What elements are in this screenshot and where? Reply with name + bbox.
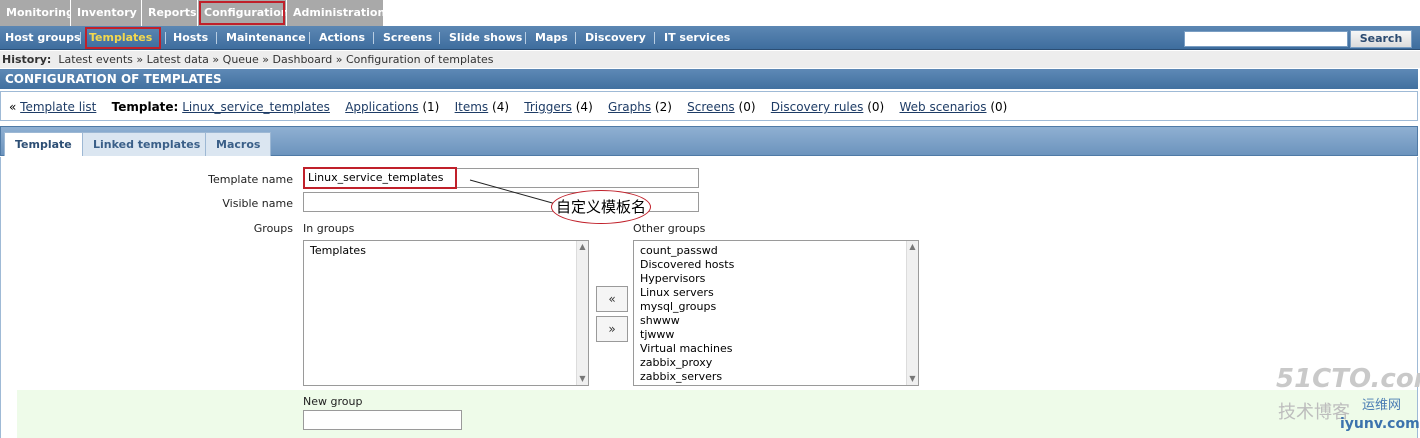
other-groups-scrollbar[interactable]: ▲ ▼ <box>906 241 918 385</box>
screens-link[interactable]: Screens <box>687 100 735 114</box>
in-groups-label: In groups <box>303 222 355 235</box>
history-item[interactable]: Queue <box>223 53 259 66</box>
in-groups-scrollbar[interactable]: ▲ ▼ <box>576 241 588 385</box>
applications-link[interactable]: Applications <box>345 100 418 114</box>
watermark: 51CTO.com 技术博客 运维网 iyunv.com <box>1276 364 1420 438</box>
screens-count: (0) <box>738 100 756 114</box>
history-separator: » <box>262 53 270 66</box>
top-menu: Monitoring Inventory Reports Configurati… <box>0 0 1420 26</box>
scroll-down-icon[interactable]: ▼ <box>577 373 588 385</box>
list-item[interactable]: tjwww <box>640 328 918 342</box>
submenu-templates[interactable]: Templates <box>84 26 162 50</box>
visible-name-label: Visible name <box>222 197 293 210</box>
submenu-actions[interactable]: Actions <box>314 26 370 50</box>
history-bar: History: Latest events » Latest data » Q… <box>0 51 1420 68</box>
submenu-discovery[interactable]: Discovery <box>580 26 651 50</box>
triggers-link[interactable]: Triggers <box>524 100 572 114</box>
graphs-link[interactable]: Graphs <box>608 100 651 114</box>
watermark-net: 运维网 <box>1362 398 1402 413</box>
history-item[interactable]: Dashboard <box>273 53 333 66</box>
template-name-link[interactable]: Linux_service_templates <box>182 100 330 114</box>
form-tabs: Template Linked templates Macros <box>0 126 1418 156</box>
history-separator: » <box>212 53 220 66</box>
tab-linked-templates[interactable]: Linked templates <box>82 132 212 156</box>
other-groups-list[interactable]: count_passwd Discovered hosts Hypervisor… <box>633 240 919 386</box>
list-item[interactable]: count_passwd <box>640 244 918 258</box>
history-label: History: <box>2 53 52 66</box>
tab-template[interactable]: Template <box>4 132 83 156</box>
items-link[interactable]: Items <box>455 100 489 114</box>
submenu-hosts[interactable]: Hosts <box>168 26 213 50</box>
menu-inventory[interactable]: Inventory <box>71 0 141 26</box>
history-separator: » <box>136 53 144 66</box>
template-navigation: « Template list Template: Linux_service_… <box>0 91 1418 121</box>
submenu-slide-shows[interactable]: Slide shows <box>444 26 527 50</box>
history-separator: » <box>335 53 343 66</box>
back-prefix: « <box>9 100 17 114</box>
applications-count: (1) <box>422 100 440 114</box>
submenu-host-groups[interactable]: Host groups <box>0 26 86 50</box>
menu-configuration[interactable]: Configuration <box>198 0 289 26</box>
submenu-it-services[interactable]: IT services <box>659 26 735 50</box>
scroll-up-icon[interactable]: ▲ <box>577 241 588 253</box>
submenu-separator <box>309 32 310 44</box>
menu-monitoring[interactable]: Monitoring <box>0 0 74 26</box>
search-input[interactable] <box>1184 31 1348 47</box>
triggers-count: (4) <box>575 100 593 114</box>
annotation-highlight-box <box>303 167 457 189</box>
submenu-maps[interactable]: Maps <box>530 26 573 50</box>
move-right-button[interactable]: » <box>596 316 628 342</box>
history-item[interactable]: Configuration of templates <box>346 53 494 66</box>
list-item[interactable]: shwww <box>640 314 918 328</box>
submenu-separator <box>654 32 655 44</box>
web-scenarios-count: (0) <box>990 100 1008 114</box>
submenu-separator <box>216 32 217 44</box>
submenu-screens[interactable]: Screens <box>378 26 437 50</box>
new-group-label: New group <box>303 395 363 408</box>
list-item[interactable]: Virtual machines <box>640 342 918 356</box>
submenu-separator <box>575 32 576 44</box>
list-item[interactable]: zabbix_proxy <box>640 356 918 370</box>
search-button[interactable]: Search <box>1350 30 1412 48</box>
list-item[interactable]: zabbix_servers <box>640 370 918 384</box>
annotation-callout: 自定义模板名 <box>551 190 651 224</box>
list-item[interactable]: Templates <box>310 244 588 258</box>
new-group-field[interactable] <box>303 410 462 430</box>
new-group-row: New group <box>17 390 1417 438</box>
template-list-link[interactable]: Template list <box>20 100 96 114</box>
graphs-count: (2) <box>654 100 672 114</box>
web-scenarios-link[interactable]: Web scenarios <box>899 100 986 114</box>
template-name-label: Template name <box>208 173 293 186</box>
submenu-maintenance[interactable]: Maintenance <box>221 26 311 50</box>
tab-macros[interactable]: Macros <box>205 132 272 156</box>
scroll-down-icon[interactable]: ▼ <box>907 373 918 385</box>
discovery-rules-count: (0) <box>867 100 885 114</box>
watermark-site: 51CTO.com <box>1276 364 1420 394</box>
submenu-separator <box>373 32 374 44</box>
submenu-separator <box>165 32 166 44</box>
list-item[interactable]: Linux servers <box>640 286 918 300</box>
template-label: Template: <box>111 100 179 114</box>
discovery-rules-link[interactable]: Discovery rules <box>771 100 864 114</box>
menu-administration[interactable]: Administration <box>287 0 385 26</box>
list-item[interactable]: mysql_groups <box>640 300 918 314</box>
other-groups-label: Other groups <box>633 222 706 235</box>
history-item[interactable]: Latest events <box>58 53 133 66</box>
watermark-url: iyunv.com <box>1340 416 1420 432</box>
submenu-separator <box>439 32 440 44</box>
list-item[interactable]: Discovered hosts <box>640 258 918 272</box>
history-item[interactable]: Latest data <box>147 53 209 66</box>
scroll-up-icon[interactable]: ▲ <box>907 241 918 253</box>
groups-label: Groups <box>253 222 293 235</box>
sub-menu: Host groups Templates Hosts Maintenance … <box>0 26 1420 50</box>
template-form: Template name Linux_service_templates Vi… <box>0 157 1418 438</box>
in-groups-list[interactable]: Templates ▲ ▼ <box>303 240 589 386</box>
menu-reports[interactable]: Reports <box>142 0 197 26</box>
move-left-button[interactable]: « <box>596 286 628 312</box>
submenu-separator <box>80 32 81 44</box>
page-title: CONFIGURATION OF TEMPLATES <box>0 69 1418 89</box>
submenu-separator <box>525 32 526 44</box>
list-item[interactable]: Hypervisors <box>640 272 918 286</box>
items-count: (4) <box>492 100 510 114</box>
